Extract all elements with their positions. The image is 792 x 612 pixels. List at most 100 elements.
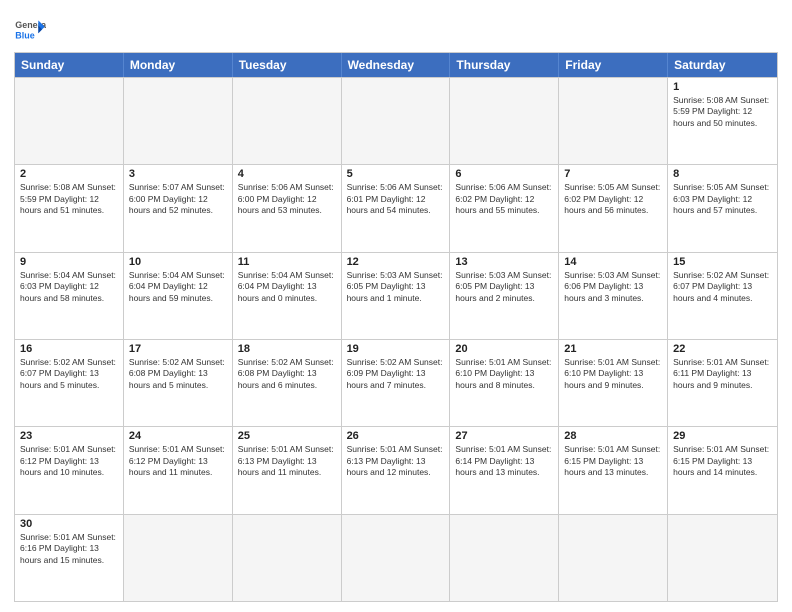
day-number: 12	[347, 256, 445, 268]
calendar-header-cell: Monday	[124, 53, 233, 77]
day-number: 19	[347, 343, 445, 355]
day-number: 2	[20, 168, 118, 180]
day-info: Sunrise: 5:08 AM Sunset: 5:59 PM Dayligh…	[673, 95, 772, 129]
day-number: 9	[20, 256, 118, 268]
day-number: 7	[564, 168, 662, 180]
day-info: Sunrise: 5:02 AM Sunset: 6:09 PM Dayligh…	[347, 357, 445, 391]
calendar-day-cell: 30 Sunrise: 5:01 AM Sunset: 6:16 PM Dayli…	[15, 515, 124, 601]
day-number: 4	[238, 168, 336, 180]
calendar-day-cell: 2 Sunrise: 5:08 AM Sunset: 5:59 PM Daylig…	[15, 165, 124, 251]
day-number: 15	[673, 256, 772, 268]
day-number: 5	[347, 168, 445, 180]
calendar-day-cell: 20Sunrise: 5:01 AM Sunset: 6:10 PM Dayli…	[450, 340, 559, 426]
day-info: Sunrise: 5:01 AM Sunset: 6:12 PM Dayligh…	[129, 444, 227, 478]
day-number: 21	[564, 343, 662, 355]
calendar-day-cell: 5 Sunrise: 5:06 AM Sunset: 6:01 PM Daylig…	[342, 165, 451, 251]
calendar-day-cell: 27 Sunrise: 5:01 AM Sunset: 6:14 PM Dayli…	[450, 427, 559, 513]
calendar-day-cell: 9 Sunrise: 5:04 AM Sunset: 6:03 PM Daylig…	[15, 253, 124, 339]
day-info: Sunrise: 5:06 AM Sunset: 6:01 PM Dayligh…	[347, 182, 445, 216]
calendar-day-cell: 26 Sunrise: 5:01 AM Sunset: 6:13 PM Dayli…	[342, 427, 451, 513]
day-info: Sunrise: 5:01 AM Sunset: 6:10 PM Dayligh…	[455, 357, 553, 391]
day-info: Sunrise: 5:01 AM Sunset: 6:13 PM Dayligh…	[347, 444, 445, 478]
calendar-day-cell: 15 Sunrise: 5:02 AM Sunset: 6:07 PM Dayli…	[668, 253, 777, 339]
calendar-day-cell: 29Sunrise: 5:01 AM Sunset: 6:15 PM Dayli…	[668, 427, 777, 513]
day-info: Sunrise: 5:08 AM Sunset: 5:59 PM Dayligh…	[20, 182, 118, 216]
calendar-body: 1 Sunrise: 5:08 AM Sunset: 5:59 PM Daylig…	[15, 77, 777, 601]
day-info: Sunrise: 5:03 AM Sunset: 6:06 PM Dayligh…	[564, 270, 662, 304]
day-number: 22	[673, 343, 772, 355]
day-number: 14	[564, 256, 662, 268]
calendar-day-cell: 12 Sunrise: 5:03 AM Sunset: 6:05 PM Dayli…	[342, 253, 451, 339]
calendar-day-cell: 23 Sunrise: 5:01 AM Sunset: 6:12 PM Dayli…	[15, 427, 124, 513]
day-number: 27	[455, 430, 553, 442]
day-info: Sunrise: 5:04 AM Sunset: 6:04 PM Dayligh…	[129, 270, 227, 304]
day-info: Sunrise: 5:01 AM Sunset: 6:15 PM Dayligh…	[564, 444, 662, 478]
calendar: SundayMondayTuesdayWednesdayThursdayFrid…	[14, 52, 778, 602]
day-number: 18	[238, 343, 336, 355]
calendar-header-cell: Thursday	[450, 53, 559, 77]
calendar-day-cell: 19 Sunrise: 5:02 AM Sunset: 6:09 PM Dayli…	[342, 340, 451, 426]
day-info: Sunrise: 5:05 AM Sunset: 6:03 PM Dayligh…	[673, 182, 772, 216]
calendar-header-cell: Sunday	[15, 53, 124, 77]
calendar-day-cell: 8 Sunrise: 5:05 AM Sunset: 6:03 PM Daylig…	[668, 165, 777, 251]
day-number: 1	[673, 81, 772, 93]
calendar-day-cell: 10 Sunrise: 5:04 AM Sunset: 6:04 PM Dayli…	[124, 253, 233, 339]
calendar-day-cell: 3 Sunrise: 5:07 AM Sunset: 6:00 PM Daylig…	[124, 165, 233, 251]
logo: General Blue	[14, 14, 46, 46]
calendar-day-cell: 13Sunrise: 5:03 AM Sunset: 6:05 PM Dayli…	[450, 253, 559, 339]
day-number: 10	[129, 256, 227, 268]
day-number: 30	[20, 518, 118, 530]
day-number: 26	[347, 430, 445, 442]
day-info: Sunrise: 5:04 AM Sunset: 6:03 PM Dayligh…	[20, 270, 118, 304]
day-number: 3	[129, 168, 227, 180]
day-info: Sunrise: 5:01 AM Sunset: 6:11 PM Dayligh…	[673, 357, 772, 391]
calendar-day-cell: 1 Sunrise: 5:08 AM Sunset: 5:59 PM Daylig…	[668, 78, 777, 164]
calendar-empty-cell	[668, 515, 777, 601]
day-info: Sunrise: 5:01 AM Sunset: 6:14 PM Dayligh…	[455, 444, 553, 478]
calendar-header-cell: Tuesday	[233, 53, 342, 77]
calendar-empty-cell	[450, 78, 559, 164]
day-info: Sunrise: 5:06 AM Sunset: 6:02 PM Dayligh…	[455, 182, 553, 216]
calendar-empty-cell	[450, 515, 559, 601]
calendar-header-cell: Saturday	[668, 53, 777, 77]
day-info: Sunrise: 5:03 AM Sunset: 6:05 PM Dayligh…	[347, 270, 445, 304]
calendar-day-cell: 24 Sunrise: 5:01 AM Sunset: 6:12 PM Dayli…	[124, 427, 233, 513]
page-header: General Blue	[14, 10, 778, 46]
calendar-week-row: 23 Sunrise: 5:01 AM Sunset: 6:12 PM Dayli…	[15, 426, 777, 513]
svg-text:Blue: Blue	[15, 30, 34, 40]
calendar-day-cell: 14 Sunrise: 5:03 AM Sunset: 6:06 PM Dayli…	[559, 253, 668, 339]
calendar-day-cell: 18 Sunrise: 5:02 AM Sunset: 6:08 PM Dayli…	[233, 340, 342, 426]
day-number: 8	[673, 168, 772, 180]
day-info: Sunrise: 5:01 AM Sunset: 6:16 PM Dayligh…	[20, 532, 118, 566]
day-info: Sunrise: 5:02 AM Sunset: 6:08 PM Dayligh…	[238, 357, 336, 391]
day-info: Sunrise: 5:02 AM Sunset: 6:07 PM Dayligh…	[673, 270, 772, 304]
day-info: Sunrise: 5:04 AM Sunset: 6:04 PM Dayligh…	[238, 270, 336, 304]
calendar-header-cell: Wednesday	[342, 53, 451, 77]
calendar-empty-cell	[124, 78, 233, 164]
day-info: Sunrise: 5:01 AM Sunset: 6:13 PM Dayligh…	[238, 444, 336, 478]
calendar-week-row: 16Sunrise: 5:02 AM Sunset: 6:07 PM Dayli…	[15, 339, 777, 426]
calendar-day-cell: 16Sunrise: 5:02 AM Sunset: 6:07 PM Dayli…	[15, 340, 124, 426]
calendar-week-row: 2 Sunrise: 5:08 AM Sunset: 5:59 PM Daylig…	[15, 164, 777, 251]
day-info: Sunrise: 5:01 AM Sunset: 6:15 PM Dayligh…	[673, 444, 772, 478]
calendar-empty-cell	[342, 78, 451, 164]
calendar-empty-cell	[342, 515, 451, 601]
calendar-day-cell: 25 Sunrise: 5:01 AM Sunset: 6:13 PM Dayli…	[233, 427, 342, 513]
day-number: 24	[129, 430, 227, 442]
day-info: Sunrise: 5:06 AM Sunset: 6:00 PM Dayligh…	[238, 182, 336, 216]
day-number: 23	[20, 430, 118, 442]
calendar-header-cell: Friday	[559, 53, 668, 77]
day-info: Sunrise: 5:01 AM Sunset: 6:12 PM Dayligh…	[20, 444, 118, 478]
calendar-empty-cell	[559, 515, 668, 601]
calendar-header-row: SundayMondayTuesdayWednesdayThursdayFrid…	[15, 53, 777, 77]
day-info: Sunrise: 5:05 AM Sunset: 6:02 PM Dayligh…	[564, 182, 662, 216]
day-number: 16	[20, 343, 118, 355]
day-number: 25	[238, 430, 336, 442]
logo-icon: General Blue	[14, 14, 46, 46]
calendar-day-cell: 22 Sunrise: 5:01 AM Sunset: 6:11 PM Dayli…	[668, 340, 777, 426]
day-info: Sunrise: 5:07 AM Sunset: 6:00 PM Dayligh…	[129, 182, 227, 216]
calendar-day-cell: 28Sunrise: 5:01 AM Sunset: 6:15 PM Dayli…	[559, 427, 668, 513]
calendar-empty-cell	[15, 78, 124, 164]
day-number: 11	[238, 256, 336, 268]
calendar-day-cell: 21Sunrise: 5:01 AM Sunset: 6:10 PM Dayli…	[559, 340, 668, 426]
